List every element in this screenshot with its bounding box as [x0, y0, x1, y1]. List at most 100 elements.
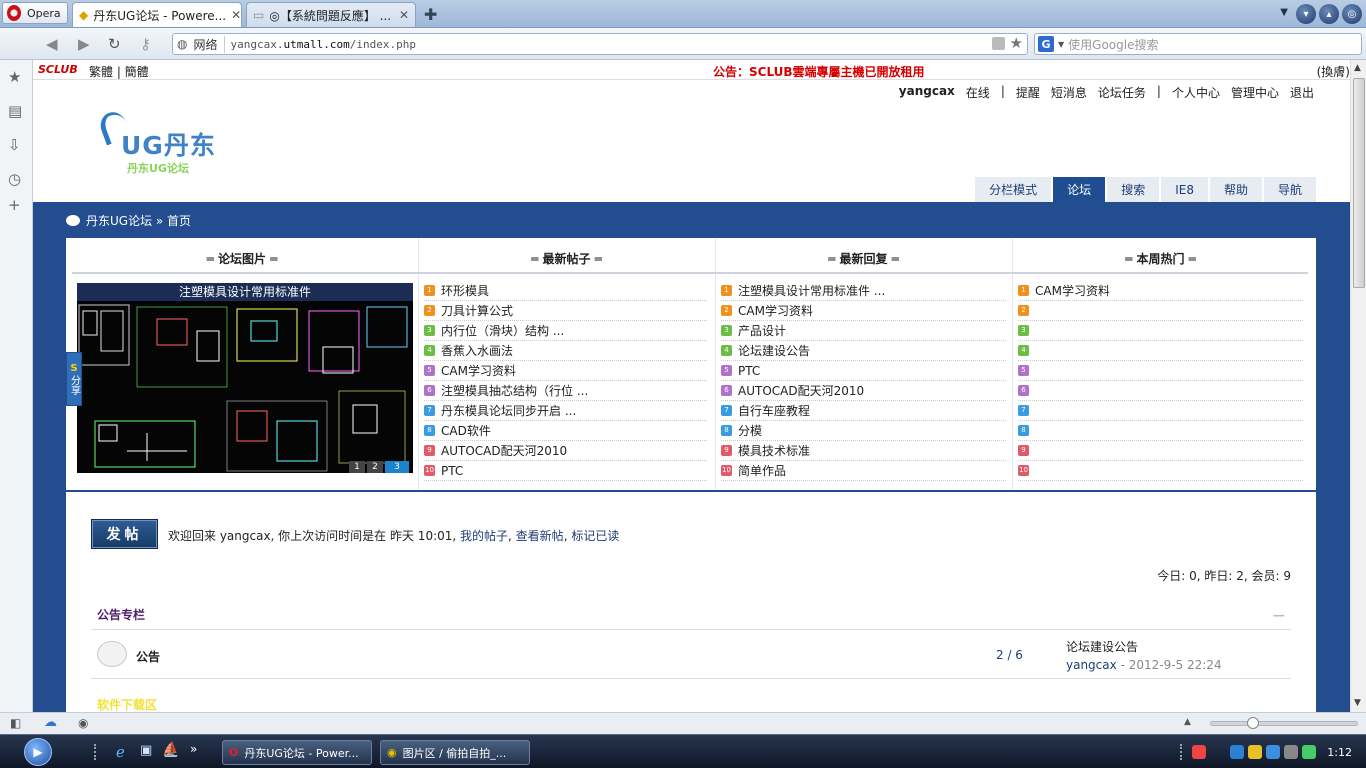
messages-link[interactable]: 短消息: [1051, 84, 1087, 101]
reminders-link[interactable]: 提醒: [1016, 84, 1040, 101]
picture-title[interactable]: 注塑模具设计常用标准件: [77, 283, 413, 301]
list-item[interactable]: 10 简单作品: [721, 461, 1006, 481]
nav-help[interactable]: 帮助: [1209, 177, 1262, 202]
bookmarks-star-icon[interactable]: ★: [8, 68, 21, 86]
speed-dial-icon[interactable]: ◉: [78, 716, 88, 730]
thread-title[interactable]: PTC: [738, 364, 760, 378]
picture-page-2[interactable]: 2: [367, 461, 383, 473]
thread-title[interactable]: 产品设计: [738, 322, 786, 339]
collapse-icon[interactable]: —: [1273, 608, 1285, 622]
mark-read-link[interactable]: 标记已读: [571, 529, 619, 543]
new-tab-icon[interactable]: ✚: [424, 5, 437, 24]
thread-title[interactable]: 丹东模具论坛同步开启 ...: [441, 402, 576, 419]
zoom-slider-knob[interactable]: [1247, 717, 1259, 729]
new-post-button[interactable]: 发帖: [91, 519, 158, 549]
sclub-logo[interactable]: SCLUB: [38, 63, 78, 76]
ie-icon[interactable]: ℯ: [116, 743, 125, 761]
list-item[interactable]: 7 丹东模具论坛同步开启 ...: [424, 401, 707, 421]
thread-title[interactable]: 注塑模具设计常用标准件 ...: [738, 282, 885, 299]
list-item[interactable]: 9 AUTOCAD配天河2010: [424, 441, 707, 461]
view-new-posts-link[interactable]: 查看新帖: [516, 529, 564, 543]
site-notice[interactable]: 公告：SCLUB雲端專屬主機已開放租用: [713, 63, 925, 80]
list-item[interactable]: 4 论坛建设公告: [721, 341, 1006, 361]
minimize-icon[interactable]: ▾: [1296, 4, 1316, 24]
list-item[interactable]: 8: [1018, 421, 1303, 441]
cloud-icon[interactable]: ☁: [44, 715, 57, 730]
last-post-title-link[interactable]: 论坛建设公告: [1066, 638, 1138, 655]
google-icon[interactable]: G: [1038, 36, 1054, 52]
site-logo[interactable]: UG丹东 丹东UG论坛: [91, 108, 231, 176]
history-clock-icon[interactable]: ◷: [8, 170, 21, 188]
scroll-up-icon[interactable]: ▲: [1354, 63, 1361, 73]
list-item[interactable]: 2 刀具计算公式: [424, 301, 707, 321]
thread-title[interactable]: 环形模具: [441, 282, 489, 299]
list-item[interactable]: 9 模具技术标准: [721, 441, 1006, 461]
list-item[interactable]: 7 自行车座教程: [721, 401, 1006, 421]
rss-icon[interactable]: [992, 37, 1005, 50]
list-item[interactable]: 1 注塑模具设计常用标准件 ...: [721, 281, 1006, 301]
settings-icon[interactable]: ◎: [1342, 4, 1362, 24]
list-item[interactable]: 3: [1018, 321, 1303, 341]
list-item[interactable]: 6 AUTOCAD配天河2010: [721, 381, 1006, 401]
language-switch[interactable]: 繁體 | 簡體: [89, 63, 149, 80]
section-header-software-download[interactable]: 软件下载区: [97, 696, 157, 712]
user-center-link[interactable]: 个人中心: [1172, 84, 1220, 101]
picture-page-3[interactable]: 3: [385, 461, 409, 473]
cad-drawing-image[interactable]: 1 2 3: [77, 301, 413, 473]
forward-icon[interactable]: ▶: [78, 35, 90, 53]
panel-toggle-icon[interactable]: ◧: [10, 716, 21, 730]
reload-icon[interactable]: ↻: [108, 35, 121, 53]
zoom-slider[interactable]: [1210, 721, 1358, 726]
thread-title[interactable]: 论坛建设公告: [738, 342, 810, 359]
sogou-input-icon[interactable]: [1192, 745, 1206, 759]
share-tab[interactable]: S 分享: [66, 352, 82, 406]
change-skin-link[interactable]: (換膚): [1317, 63, 1350, 80]
browser-tab-active[interactable]: ◆ 丹东UG论坛 - Powere... ✕: [72, 2, 242, 27]
thread-title[interactable]: CAM学习资料: [1035, 282, 1110, 299]
my-posts-link[interactable]: 我的帖子: [460, 529, 508, 543]
breadcrumb-text[interactable]: 丹东UG论坛 » 首页: [86, 212, 191, 229]
thread-title[interactable]: 自行车座教程: [738, 402, 810, 419]
key-icon[interactable]: ⚷: [140, 35, 151, 53]
scrollbar-thumb[interactable]: [1353, 78, 1365, 288]
thread-title[interactable]: 模具技术标准: [738, 442, 810, 459]
thread-title[interactable]: CAM学习资料: [738, 302, 813, 319]
scroll-down-icon[interactable]: ▼: [1354, 698, 1361, 708]
restore-icon[interactable]: ▴: [1319, 4, 1339, 24]
address-field[interactable]: ◍ 网络 yangcax.utmall.com/index.php ★: [172, 33, 1028, 55]
thread-title[interactable]: PTC: [441, 464, 463, 478]
thread-title[interactable]: 内行位（滑块）结构 ...: [441, 322, 564, 339]
page-scrollbar[interactable]: ▲ ▼: [1350, 60, 1366, 712]
list-item[interactable]: 8 CAD软件: [424, 421, 707, 441]
last-post-user-link[interactable]: yangcax: [1066, 658, 1117, 672]
network-icon[interactable]: [1266, 745, 1280, 759]
list-item[interactable]: 4: [1018, 341, 1303, 361]
nav-split-mode[interactable]: 分栏模式: [975, 177, 1052, 202]
taskbar-opera-window[interactable]: O 丹东UG论坛 - Power...: [222, 740, 372, 765]
tab-menu-icon[interactable]: ▼: [1280, 7, 1288, 18]
list-item[interactable]: 3 内行位（滑块）结构 ...: [424, 321, 707, 341]
downloads-icon[interactable]: ⇩: [8, 136, 21, 154]
add-panel-icon[interactable]: +: [8, 196, 21, 214]
app-shortcut-icon[interactable]: ⛵: [162, 742, 179, 758]
nav-forum[interactable]: 论坛: [1053, 177, 1106, 202]
tasks-link[interactable]: 论坛任务: [1098, 84, 1146, 101]
search-engine-dropdown-icon[interactable]: ▼: [1058, 40, 1064, 49]
username-link[interactable]: yangcax: [899, 84, 955, 101]
online-status-link[interactable]: 在线: [966, 84, 990, 101]
quicklaunch-more-icon[interactable]: »: [190, 742, 197, 756]
browser-tab[interactable]: ▭ ◎【系統問題反應】 ... ✕: [246, 2, 416, 27]
thread-title[interactable]: CAM学习资料: [441, 362, 516, 379]
section-header-announcements[interactable]: 公告专栏 —: [91, 600, 1291, 630]
tray-app-icon[interactable]: [1302, 745, 1316, 759]
list-item[interactable]: 2 CAM学习资料: [721, 301, 1006, 321]
nav-ie8[interactable]: IE8: [1161, 177, 1208, 202]
security-icon[interactable]: [1248, 745, 1262, 759]
thread-title[interactable]: 分模: [738, 422, 762, 439]
list-item[interactable]: 5 CAM学习资料: [424, 361, 707, 381]
logout-link[interactable]: 退出: [1290, 84, 1314, 101]
thread-title[interactable]: 简单作品: [738, 462, 786, 479]
notes-icon[interactable]: ▤: [8, 102, 22, 120]
bookmark-star-icon[interactable]: ★: [1010, 34, 1023, 52]
list-item[interactable]: 5 PTC: [721, 361, 1006, 381]
